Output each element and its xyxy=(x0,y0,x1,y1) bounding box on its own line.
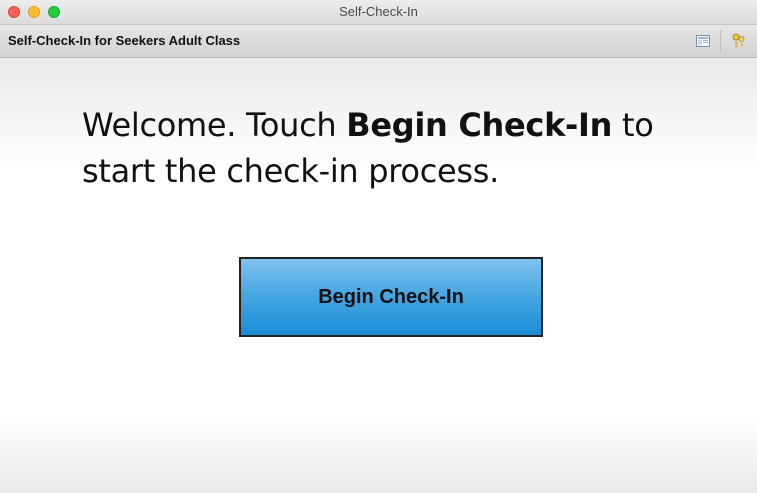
layout-icon[interactable] xyxy=(694,32,712,50)
app-window: Self-Check-In Self-Check-In for Seekers … xyxy=(0,0,757,493)
header-title: Self-Check-In for Seekers Adult Class xyxy=(8,33,241,48)
header-bar: Self-Check-In for Seekers Adult Class xyxy=(0,25,757,58)
main-content: Welcome. Touch Begin Check-In to start t… xyxy=(0,58,757,493)
begin-check-in-button[interactable]: Begin Check-In xyxy=(239,257,543,337)
keys-icon[interactable] xyxy=(730,32,748,50)
welcome-text-prefix: Welcome. Touch xyxy=(82,106,347,144)
window-title: Self-Check-In xyxy=(339,4,418,19)
title-bar: Self-Check-In xyxy=(0,0,757,25)
begin-check-in-label: Begin Check-In xyxy=(318,285,464,308)
toolbar-divider xyxy=(720,30,721,52)
welcome-message: Welcome. Touch Begin Check-In to start t… xyxy=(82,102,702,194)
welcome-text-emphasis: Begin Check-In xyxy=(346,106,613,144)
